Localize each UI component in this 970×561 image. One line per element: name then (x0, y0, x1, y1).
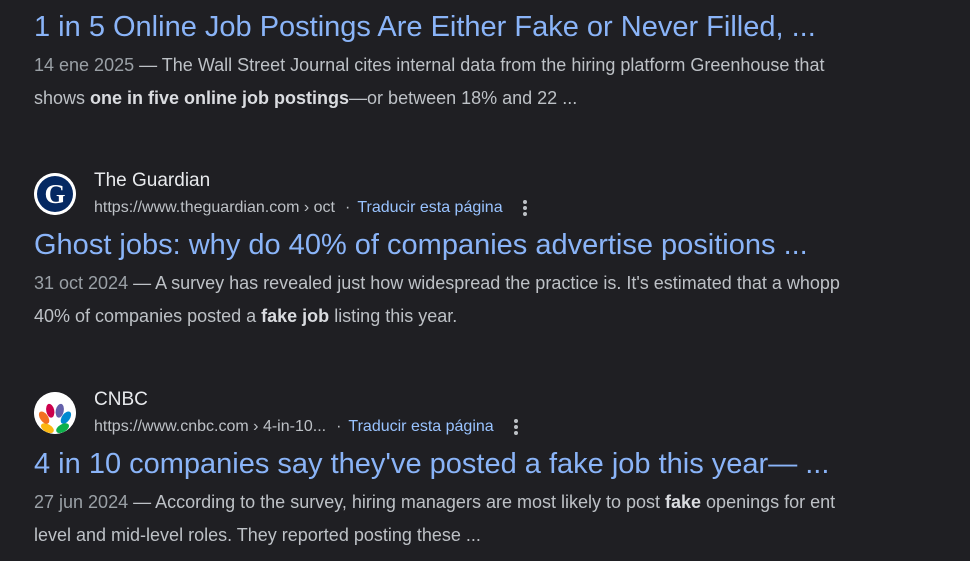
result-snippet: 14 ene 2025 — The Wall Street Journal ci… (34, 49, 970, 115)
snippet-text: —or between 18% and 22 ... (349, 88, 578, 108)
snippet-text: The Wall Street Journal cites internal d… (161, 55, 825, 75)
result-title-link[interactable]: 1 in 5 Online Job Postings Are Either Fa… (34, 8, 970, 46)
result-url[interactable]: https://www.theguardian.com › oct (94, 197, 335, 219)
translate-page-link[interactable]: Traducir esta página (348, 416, 493, 438)
result-source: G The Guardian https://www.theguardian.c… (34, 168, 970, 226)
site-name[interactable]: CNBC (94, 388, 518, 412)
more-options-icon[interactable] (513, 419, 518, 435)
result-date: 14 ene 2025 (34, 55, 135, 75)
result-url[interactable]: https://www.cnbc.com › 4-in-10... (94, 416, 326, 438)
result-date: 31 oct 2024 (34, 273, 129, 293)
nbc-peacock-icon (34, 392, 76, 434)
translate-page-link[interactable]: Traducir esta página (357, 197, 502, 219)
snippet-highlight: one in five online job postings (90, 88, 350, 108)
result-title-link[interactable]: 4 in 10 companies say they've posted a f… (34, 445, 970, 483)
search-result: 1 in 5 Online Job Postings Are Either Fa… (34, 8, 970, 115)
result-title-link[interactable]: Ghost jobs: why do 40% of companies adve… (34, 226, 970, 264)
result-source: CNBC https://www.cnbc.com › 4-in-10... ·… (34, 387, 970, 445)
search-result: CNBC https://www.cnbc.com › 4-in-10... ·… (34, 387, 970, 552)
snippet-text: level and mid-level roles. They reported… (34, 525, 481, 545)
url-separator-dot: · (345, 199, 351, 216)
snippet-separator: — (128, 492, 156, 512)
result-snippet: 27 jun 2024 — According to the survey, h… (34, 486, 970, 552)
snippet-separator: — (128, 273, 156, 293)
more-options-icon[interactable] (522, 200, 527, 216)
result-snippet: 31 oct 2024 — A survey has revealed just… (34, 267, 970, 333)
svg-text:G: G (44, 179, 65, 209)
snippet-text: According to the survey, hiring managers… (155, 492, 666, 512)
url-separator-dot: · (336, 418, 342, 435)
snippet-text: A survey has revealed just how widesprea… (155, 273, 840, 293)
guardian-favicon-icon: G (34, 173, 76, 215)
site-name[interactable]: The Guardian (94, 169, 527, 193)
search-results-page: 1 in 5 Online Job Postings Are Either Fa… (0, 0, 970, 561)
snippet-highlight: fake job (261, 306, 330, 326)
search-result: G The Guardian https://www.theguardian.c… (34, 168, 970, 333)
snippet-text: listing this year. (329, 306, 458, 326)
snippet-highlight: fake (665, 492, 702, 512)
result-date: 27 jun 2024 (34, 492, 129, 512)
snippet-separator: — (134, 55, 162, 75)
snippet-text: shows (34, 88, 91, 108)
snippet-text: openings for ent (701, 492, 836, 512)
snippet-text: 40% of companies posted a (34, 306, 262, 326)
